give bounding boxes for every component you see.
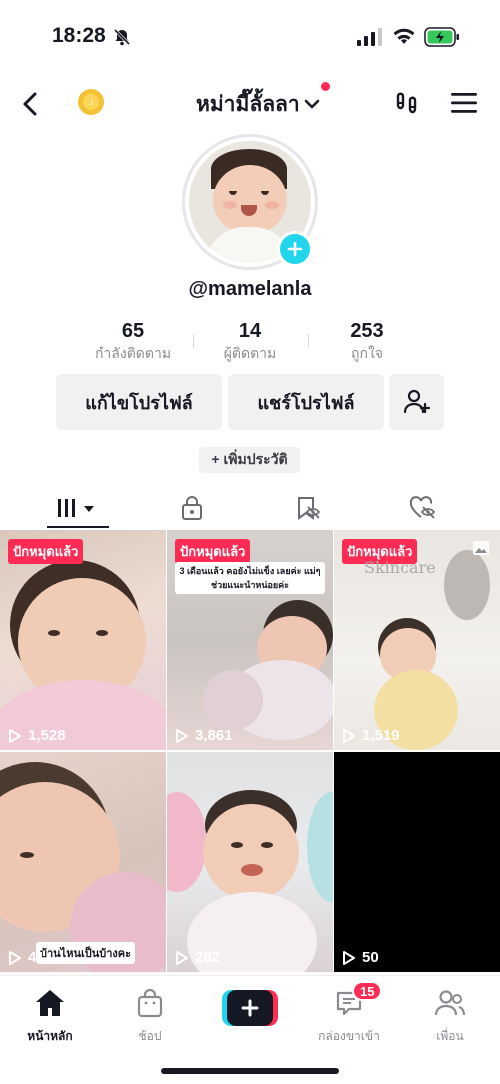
bookmark-eye-icon	[298, 497, 321, 520]
bell-muted-icon	[113, 28, 131, 46]
create-button[interactable]	[222, 990, 278, 1026]
pinned-badge: ปักหมุดแล้ว	[8, 539, 84, 564]
stat-followers[interactable]: 14 ผู้ติดตาม	[195, 318, 305, 362]
nav-label: กล่องขาเข้า	[318, 1029, 380, 1043]
coin-icon[interactable]: ♪	[78, 89, 104, 115]
top-nav: ♪ หม่ามี๊ลั้ลลา	[0, 78, 500, 130]
add-user-icon	[403, 389, 430, 414]
thumbnail-image	[167, 752, 333, 972]
tab-saved[interactable]	[258, 490, 358, 526]
nav-label: หน้าหลัก	[27, 1029, 73, 1043]
plus-icon	[241, 999, 259, 1017]
view-count: 282	[175, 949, 220, 966]
lock-icon	[182, 496, 202, 520]
add-bio-button[interactable]: + เพิ่มประวัติ	[199, 447, 300, 473]
account-switcher[interactable]: หม่ามี๊ลั้ลลา	[196, 88, 320, 120]
view-count-value: 1,528	[28, 727, 66, 744]
view-count: 1,519	[342, 727, 400, 744]
stat-label: ถูกใจ	[351, 345, 383, 361]
nav-label: เพื่อน	[436, 1029, 464, 1043]
signal-icon	[357, 28, 382, 46]
play-icon	[176, 950, 188, 965]
video-thumbnail[interactable]: 282	[167, 752, 333, 972]
video-thumbnail[interactable]: บ้านไหนเป็นบ้างคะ 41	[0, 752, 166, 972]
video-caption: Skincare	[364, 558, 436, 577]
footprint-icon[interactable]	[394, 90, 422, 118]
content-tabs	[0, 486, 500, 530]
stat-value: 14	[238, 320, 262, 342]
view-count-value: 41	[28, 949, 45, 966]
play-icon	[343, 950, 355, 965]
play-icon	[9, 728, 21, 743]
status-bar: 18:28	[0, 0, 500, 72]
nav-friends[interactable]: เพื่อน	[410, 988, 490, 1046]
play-icon	[343, 728, 355, 743]
notification-dot	[321, 82, 330, 91]
view-count-value: 1,519	[362, 727, 400, 744]
video-thumbnail[interactable]: ปักหมุดแล้ว 1,528	[0, 530, 166, 750]
view-count-value: 282	[195, 949, 221, 966]
stat-label: กำลังติดตาม	[94, 345, 172, 361]
grid-icon	[58, 499, 94, 517]
view-count: 50	[342, 949, 379, 966]
nav-label: ช้อป	[138, 1029, 162, 1043]
heart-eye-icon	[409, 496, 436, 519]
nav-shop[interactable]: ช้อป	[110, 988, 190, 1046]
battery-charging-icon	[424, 27, 459, 47]
tab-videos[interactable]	[27, 490, 127, 526]
active-tab-indicator	[47, 526, 109, 528]
home-icon	[36, 990, 64, 1016]
pinned-badge: ปักหมุดแล้ว	[175, 539, 251, 564]
edit-profile-button[interactable]: แก้ไขโปรไฟล์	[56, 374, 222, 430]
video-caption: บ้านไหนเป็นบ้างคะ	[36, 942, 136, 964]
plus-icon	[287, 241, 303, 257]
nav-home[interactable]: หน้าหลัก	[10, 988, 90, 1046]
add-photo-button[interactable]	[277, 231, 313, 267]
username-label: หม่ามี๊ลั้ลลา	[196, 92, 300, 116]
stat-value: 65	[121, 320, 145, 342]
video-thumbnail[interactable]: 50	[334, 752, 500, 972]
bottom-nav: หน้าหลัก ช้อป กล่องขาเข้า 15 เพื่อน	[0, 975, 500, 1084]
add-friend-button[interactable]	[389, 374, 444, 430]
tab-private[interactable]	[142, 490, 242, 526]
share-profile-button[interactable]: แชร์โปรไฟล์	[228, 374, 384, 430]
view-count: 1,528	[8, 727, 66, 744]
stat-label: ผู้ติดตาม	[223, 345, 277, 361]
status-time: 18:28	[52, 24, 106, 47]
menu-icon[interactable]	[451, 92, 477, 114]
home-indicator	[161, 1068, 339, 1074]
divider	[193, 334, 194, 348]
stat-following[interactable]: 65 กำลังติดตาม	[78, 318, 188, 362]
photo-post-icon	[473, 541, 489, 555]
chevron-down-icon	[304, 99, 320, 109]
shopping-bag-icon	[137, 988, 163, 1018]
wifi-icon	[393, 28, 415, 44]
view-count: 3,861	[175, 727, 233, 744]
view-count: 41	[8, 949, 45, 966]
play-icon	[176, 728, 188, 743]
profile-handle: @mamelanla	[188, 278, 312, 300]
video-thumbnail[interactable]: ปักหมุดแล้ว Skincare 1,519	[334, 530, 500, 750]
stat-likes[interactable]: 253 ถูกใจ	[312, 318, 422, 362]
friends-icon	[434, 990, 465, 1016]
play-icon	[9, 950, 21, 965]
tab-liked[interactable]	[373, 490, 473, 526]
video-grid: ปักหมุดแล้ว 1,528 ปักหมุดแล้ว 3 เดือนแล้…	[0, 530, 500, 973]
back-button[interactable]	[16, 88, 46, 120]
video-thumbnail[interactable]: ปักหมุดแล้ว 3 เดือนแล้ว คอยังไม่แข็ง เลย…	[167, 530, 333, 750]
thumbnail-image	[0, 752, 166, 972]
profile-stats: 65 กำลังติดตาม 14 ผู้ติดตาม 253 ถูกใจ	[0, 318, 500, 368]
inbox-badge: 15	[352, 981, 383, 1001]
divider	[308, 334, 309, 348]
view-count-value: 3,861	[195, 727, 233, 744]
video-caption: 3 เดือนแล้ว คอยังไม่แข็ง เลยค่ะ แม่ๆช่วย…	[175, 562, 325, 594]
stat-value: 253	[350, 320, 384, 342]
view-count-value: 50	[362, 949, 379, 966]
